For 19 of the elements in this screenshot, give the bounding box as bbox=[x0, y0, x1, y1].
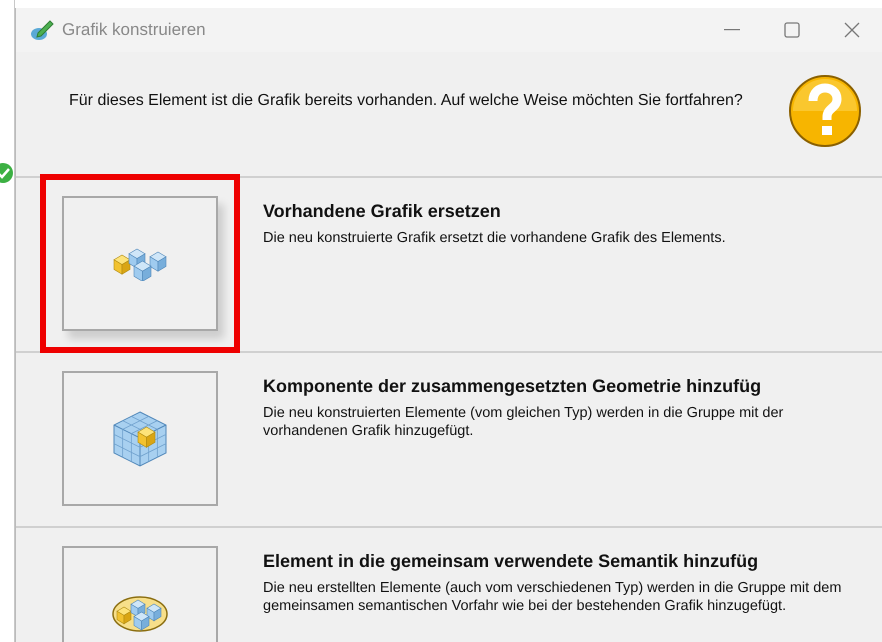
option-tile[interactable] bbox=[62, 196, 218, 331]
minimize-icon bbox=[724, 29, 740, 31]
window-title: Grafik konstruieren bbox=[62, 19, 207, 42]
close-icon bbox=[844, 22, 860, 38]
question-icon bbox=[788, 74, 862, 148]
app-icon bbox=[30, 19, 54, 41]
option-title: Vorhandene Grafik ersetzen bbox=[263, 200, 502, 223]
ellipse-cubes-icon bbox=[112, 596, 168, 632]
option-title: Komponente der zusammengesetzten Geometrie hinzufüg bbox=[263, 375, 762, 398]
option-tile[interactable] bbox=[62, 546, 218, 642]
cube-grid-icon bbox=[112, 410, 168, 466]
cubes-icon bbox=[112, 246, 168, 280]
maximize-icon bbox=[784, 22, 800, 38]
option-title: Element in die gemeinsam verwendete Semantik hinzufüg bbox=[263, 550, 760, 573]
option-description: Die neu konstruierte Grafik ersetzt die vorhandene Grafik des Elements. bbox=[263, 229, 726, 247]
option-tile[interactable] bbox=[62, 371, 218, 506]
option-description: Die neu erstellten Elemente (auch vom verschiedenen Typ) werden in die Gruppe mit dem gemeinsamen semantischen Vorfahr wie bei der bestehenden Grafik hinzugefügt. bbox=[263, 579, 842, 615]
message-text: Für dieses Element ist die Grafik bereits vorhanden. Auf welche Weise möchten Sie fortfahren? bbox=[69, 91, 743, 111]
option-description: Die neu konstruierten Elemente (vom gleichen Typ) werden in die Gruppe mit der vorhandenen Grafik hinzugefügt. bbox=[263, 404, 784, 440]
